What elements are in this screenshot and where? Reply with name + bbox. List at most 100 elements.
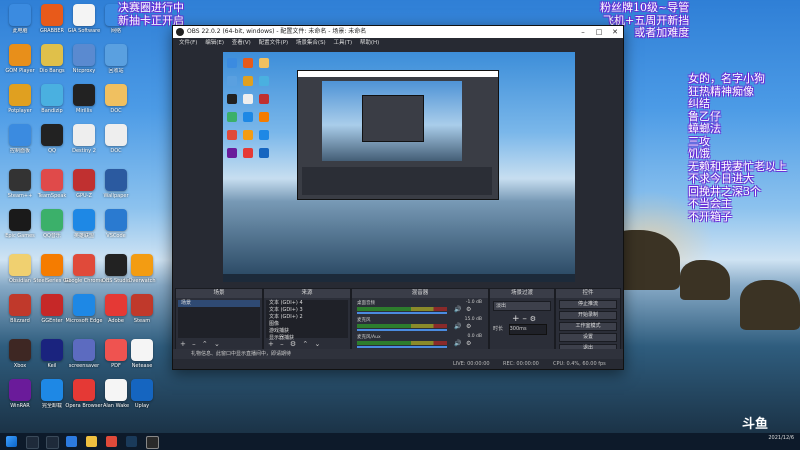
- overlay-right-list: 女的，名字小狗 狂热精神痴像 纠结 鲁乙仔 蟑螂法 三攻 饥饿 无赖和我妻忙老以…: [688, 72, 787, 223]
- desktop-icon-label: Uplay: [134, 403, 150, 409]
- speaker-icon[interactable]: 🔊: [454, 306, 461, 313]
- edge-icon[interactable]: [66, 436, 77, 447]
- source-item[interactable]: 图像: [266, 321, 348, 328]
- desktop-icon[interactable]: Uplay: [122, 377, 162, 417]
- studio-mode-button[interactable]: 工作室模式: [559, 322, 617, 331]
- app-icon: [41, 254, 63, 276]
- steam-icon[interactable]: [126, 436, 137, 447]
- obs-logo-icon: [176, 28, 184, 36]
- settings-button[interactable]: 设置: [559, 333, 617, 342]
- transition-settings-icon[interactable]: ⚙: [530, 315, 536, 323]
- preview-desktop-icon: [243, 112, 253, 122]
- source-item[interactable]: 文本 (GDI+) 3: [266, 307, 348, 314]
- volume-slider[interactable]: [357, 346, 447, 348]
- remove-scene-icon[interactable]: –: [192, 340, 196, 348]
- obs-window[interactable]: OBS 22.0.2 (64-bit, windows) - 配置文件: 未命名…: [172, 25, 624, 370]
- speaker-icon[interactable]: 🔊: [454, 323, 461, 330]
- desktop-icon-label: DOC: [110, 108, 122, 114]
- menu-tools[interactable]: 工具(T): [333, 40, 352, 46]
- file-explorer-icon[interactable]: [86, 436, 97, 447]
- obs-taskbar-icon[interactable]: [146, 436, 159, 449]
- task-view-icon[interactable]: [46, 436, 59, 449]
- maximize-icon[interactable]: □: [591, 26, 607, 38]
- mixer-header: 混音器: [352, 289, 488, 298]
- scene-item[interactable]: 场景: [178, 300, 260, 307]
- desktop-icon[interactable]: DOC: [96, 122, 136, 162]
- start-windows-icon[interactable]: [6, 436, 17, 447]
- app-icon: [9, 124, 31, 146]
- add-scene-icon[interactable]: +: [180, 340, 186, 348]
- stop-streaming-button[interactable]: 停止推流: [559, 300, 617, 309]
- start-recording-button[interactable]: 开始录制: [559, 311, 617, 320]
- app-icon: [9, 4, 31, 26]
- speaker-icon[interactable]: 🔊: [454, 340, 461, 347]
- app-icon: [41, 44, 63, 66]
- desktop-icon-label: Steam: [133, 318, 151, 324]
- desktop-icon[interactable]: Steam: [122, 292, 162, 332]
- rec-time: REC: 00:00:00: [503, 361, 539, 367]
- move-up-icon[interactable]: ⌃: [302, 340, 308, 348]
- desktop-icon[interactable]: Overwatch: [122, 252, 162, 292]
- move-up-icon[interactable]: ⌃: [202, 340, 208, 348]
- preview-desktop-icon: [227, 94, 237, 104]
- preview-desktop-icon: [227, 148, 237, 158]
- duration-label: 时长: [493, 326, 504, 332]
- desktop-icon[interactable]: 回收站: [96, 42, 136, 82]
- add-transition-icon[interactable]: +: [512, 314, 520, 324]
- desktop-icon[interactable]: Wallpaper: [96, 167, 136, 207]
- app-icon: [131, 379, 153, 401]
- move-down-icon[interactable]: ⌄: [314, 340, 320, 348]
- menu-file[interactable]: 文件(F): [179, 40, 197, 46]
- obs-titlebar[interactable]: OBS 22.0.2 (64-bit, windows) - 配置文件: 未命名…: [173, 26, 623, 38]
- app-icon: [131, 254, 153, 276]
- desktop-icon[interactable]: Netease: [122, 337, 162, 377]
- remove-transition-icon[interactable]: –: [522, 314, 527, 324]
- desktop-icon-label: 网络: [110, 28, 121, 34]
- gear-icon[interactable]: ⚙: [466, 340, 471, 347]
- remove-source-icon[interactable]: –: [280, 340, 284, 348]
- menu-help[interactable]: 帮助(H): [360, 40, 379, 46]
- source-item[interactable]: 文本 (GDI+) 4: [266, 300, 348, 307]
- live-time: LIVE: 00:00:00: [453, 361, 490, 367]
- app-icon: [105, 44, 127, 66]
- close-icon[interactable]: ✕: [607, 26, 623, 38]
- app-icon: [73, 379, 95, 401]
- mixer-channel: 麦克风 15.0 dB 🔊 ⚙: [354, 317, 486, 334]
- desktop-icon-label: VSCode: [106, 233, 126, 239]
- desktop-icon[interactable]: DOC: [96, 82, 136, 122]
- obs-preview[interactable]: [223, 52, 575, 282]
- menu-view[interactable]: 查看(V): [232, 40, 251, 46]
- desktop-icon[interactable]: VSCode: [96, 207, 136, 247]
- transition-select[interactable]: 淡出: [493, 301, 551, 311]
- app-icon: [105, 124, 127, 146]
- duration-input[interactable]: 300ms: [508, 324, 547, 335]
- preview-desktop-icon: [259, 112, 269, 122]
- app-icon: [9, 169, 31, 191]
- menu-scene-collection[interactable]: 场景集合(S): [296, 40, 326, 46]
- move-down-icon[interactable]: ⌄: [214, 340, 220, 348]
- source-item[interactable]: 游戏捕获: [266, 328, 348, 335]
- app-icon: [41, 294, 63, 316]
- add-source-icon[interactable]: +: [268, 340, 274, 348]
- source-item[interactable]: 文本 (GDI+) 2: [266, 314, 348, 321]
- gear-icon[interactable]: ⚙: [466, 323, 471, 330]
- desktop-icon-label: Netease: [131, 363, 153, 369]
- menu-profile[interactable]: 配置文件(P): [259, 40, 289, 46]
- preview-desktop-icon: [259, 148, 269, 158]
- gear-icon[interactable]: ⚙: [466, 306, 471, 313]
- menu-edit[interactable]: 编辑(E): [205, 40, 224, 46]
- app-icon: [9, 339, 31, 361]
- source-settings-icon[interactable]: ⚙: [290, 340, 296, 348]
- preview-desktop-icon: [259, 76, 269, 86]
- sea-stack-rock: [680, 260, 730, 300]
- preview-desktop-icon: [259, 58, 269, 68]
- minimize-icon[interactable]: –: [575, 26, 591, 38]
- clock-date: 2021/12/6: [768, 435, 794, 441]
- volume-slider[interactable]: [357, 329, 447, 331]
- search-icon[interactable]: [26, 436, 39, 449]
- obs-docks: 场景 场景 + – ⌃ ⌄ 来源 文本 (GDI+) 4 文本 (GDI+) 3…: [173, 288, 623, 353]
- obs-menubar: 文件(F) 编辑(E) 查看(V) 配置文件(P) 场景集合(S) 工具(T) …: [173, 38, 623, 49]
- volume-slider[interactable]: [357, 312, 447, 314]
- preview-nested-obs: [297, 70, 499, 200]
- chrome-icon[interactable]: [106, 436, 117, 447]
